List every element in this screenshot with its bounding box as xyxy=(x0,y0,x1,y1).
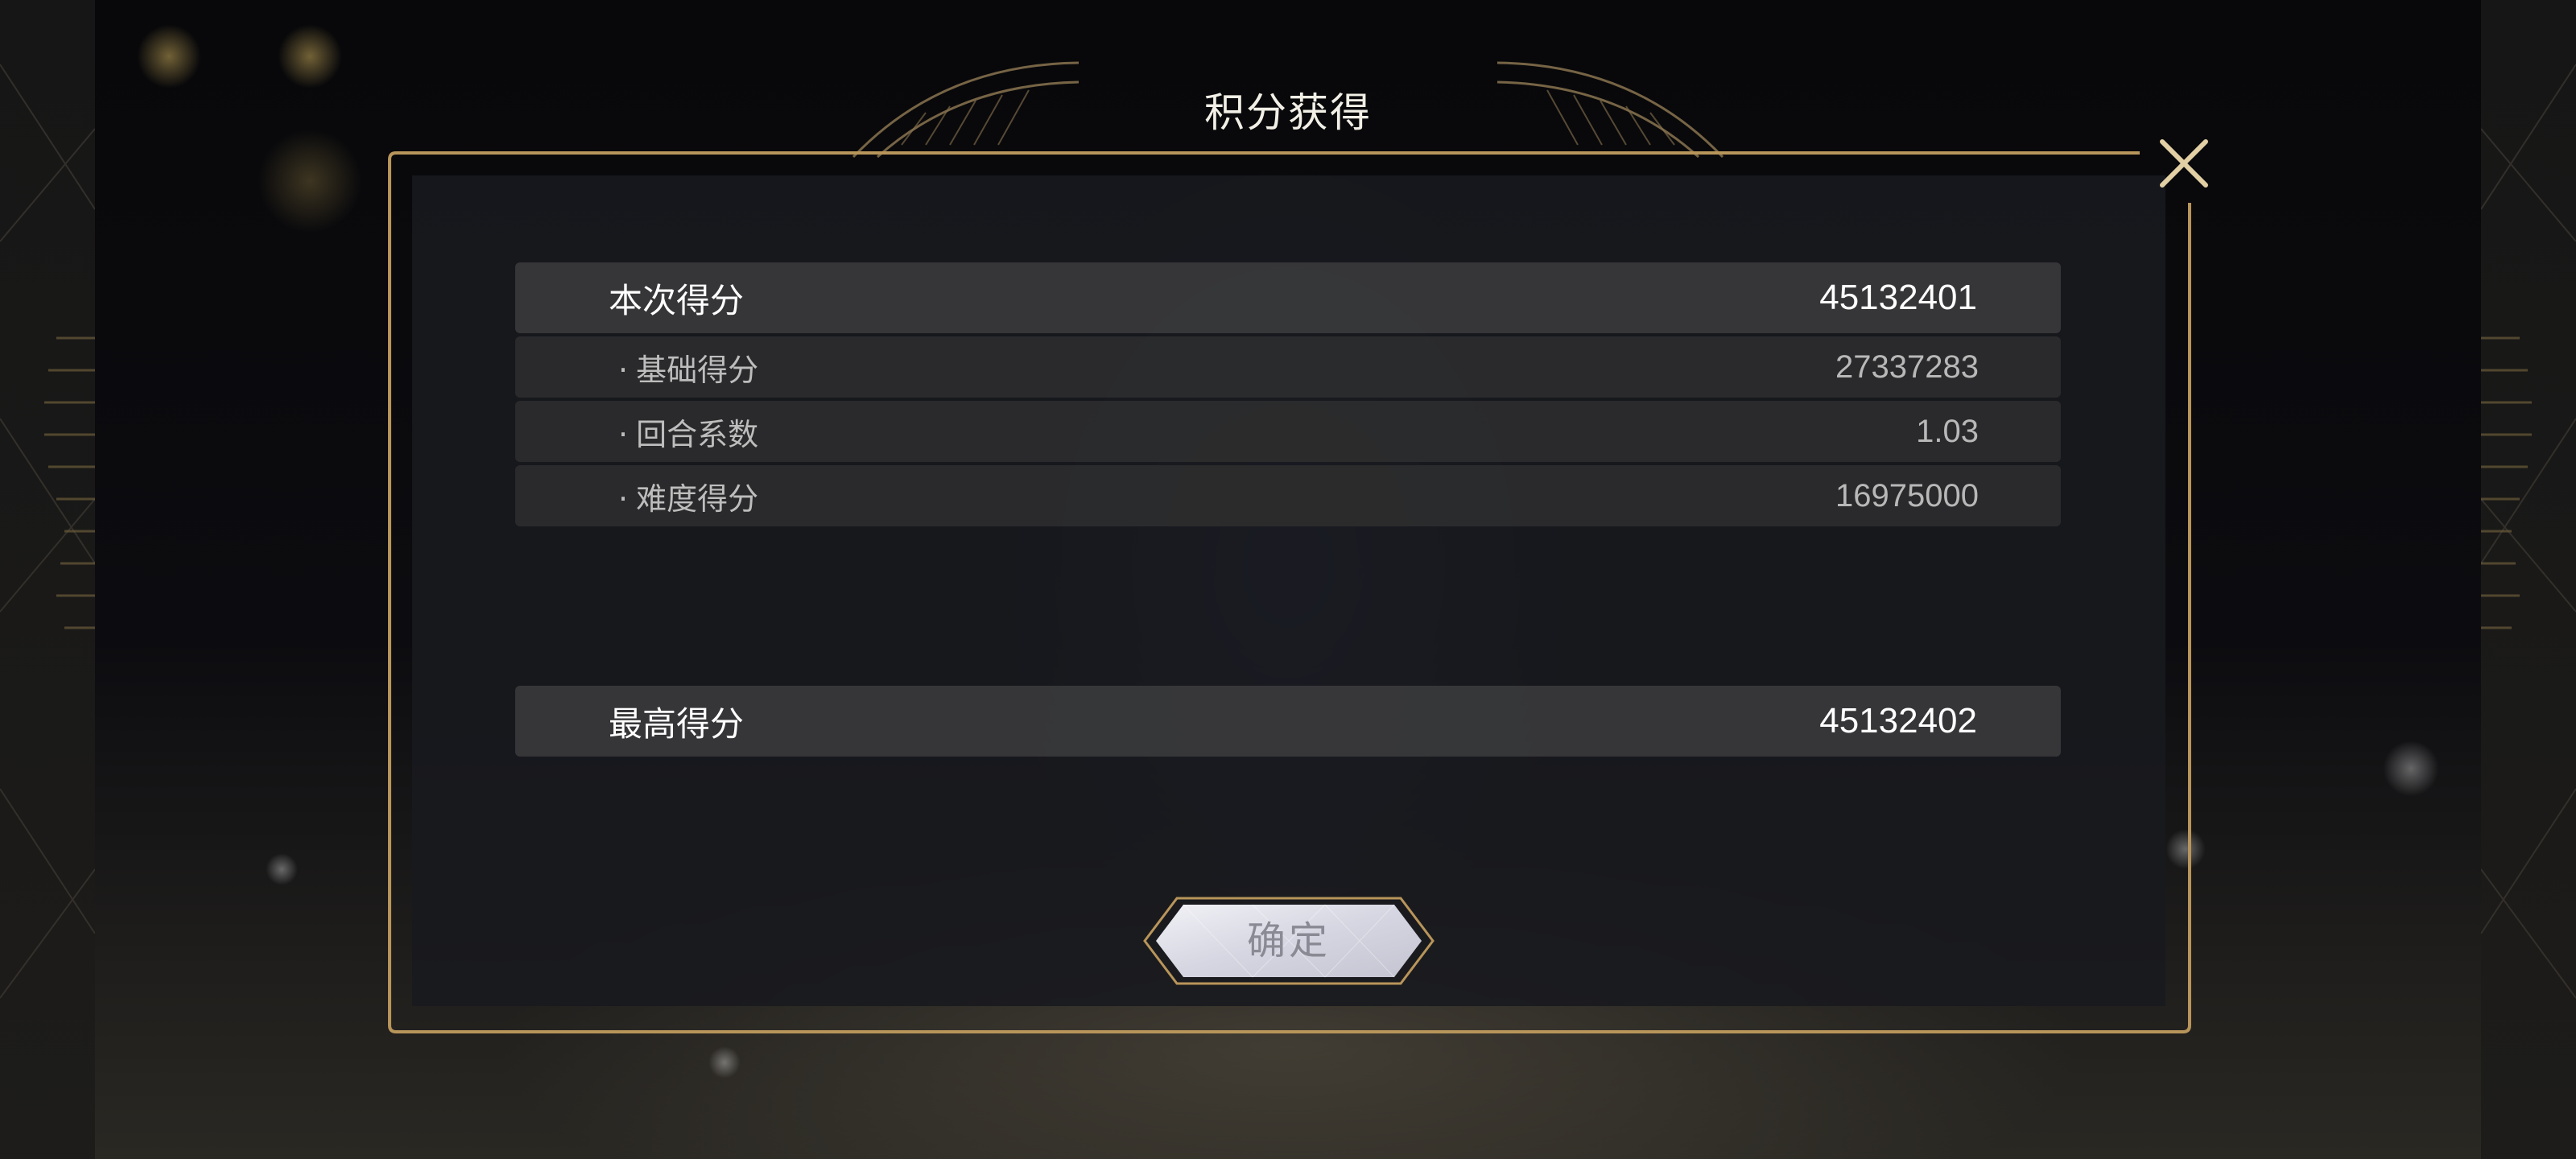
breakdown-value: 1.03 xyxy=(1916,413,1979,449)
background-light xyxy=(258,129,362,233)
background-sparkle xyxy=(266,853,298,885)
best-score-label: 最高得分 xyxy=(609,703,745,744)
confirm-button-label: 确定 xyxy=(1246,918,1331,963)
background-light xyxy=(278,24,342,89)
best-score-value: 45132402 xyxy=(1819,701,1977,740)
breakdown-row-difficulty-score: · 难度得分 16975000 xyxy=(515,465,2061,526)
breakdown-row-round-coefficient: · 回合系数 1.03 xyxy=(515,401,2061,462)
background-sparkle xyxy=(708,1046,741,1079)
breakdown-label-wrap: · 基础得分 xyxy=(618,345,758,390)
dialog-title: 积分获得 xyxy=(1204,89,1372,136)
confirm-button[interactable]: 确定 xyxy=(1140,895,1438,987)
background-light xyxy=(137,24,201,89)
best-score-row: 最高得分 45132402 xyxy=(515,686,2061,757)
background-sparkle xyxy=(2165,829,2206,869)
breakdown-value: 27337283 xyxy=(1835,349,1979,385)
breakdown-value: 16975000 xyxy=(1835,477,1979,514)
breakdown-label-wrap: · 回合系数 xyxy=(618,410,758,454)
breakdown-label: 回合系数 xyxy=(636,416,759,452)
breakdown-label: 基础得分 xyxy=(636,352,759,388)
bullet: · xyxy=(618,481,629,517)
breakdown-label-wrap: · 难度得分 xyxy=(618,474,758,518)
right-decorative-border xyxy=(2481,0,2576,1159)
background-sparkle xyxy=(2383,740,2439,797)
bullet: · xyxy=(618,352,629,388)
close-icon xyxy=(2160,139,2208,188)
breakdown-row-base-score: · 基础得分 27337283 xyxy=(515,336,2061,398)
current-score-value: 45132401 xyxy=(1819,278,1977,317)
current-score-row: 本次得分 45132401 xyxy=(515,262,2061,333)
game-screen: 积分获得 本次得分 45132401 · 基础得分 27337283 · 回合系数 … xyxy=(0,0,2576,1159)
current-score-label: 本次得分 xyxy=(609,280,745,320)
left-decorative-border xyxy=(0,0,95,1159)
breakdown-label: 难度得分 xyxy=(636,481,759,517)
close-button[interactable] xyxy=(2148,127,2220,200)
bullet: · xyxy=(618,416,629,452)
